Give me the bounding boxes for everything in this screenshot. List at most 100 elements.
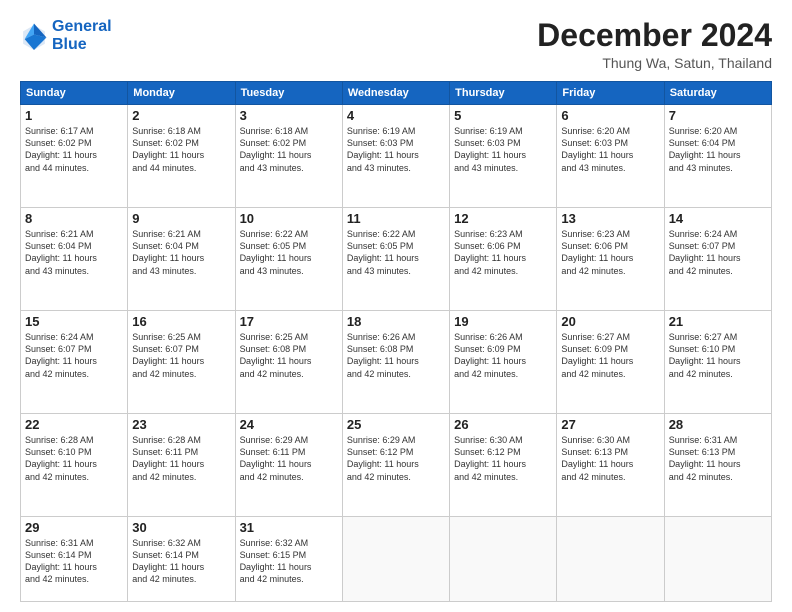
logo-line2: Blue	[52, 36, 87, 53]
day-number: 26	[454, 417, 552, 432]
calendar-cell	[450, 517, 557, 602]
calendar-cell	[557, 517, 664, 602]
calendar-header-row: SundayMondayTuesdayWednesdayThursdayFrid…	[21, 82, 772, 105]
day-info: Sunrise: 6:32 AM Sunset: 6:14 PM Dayligh…	[132, 537, 230, 586]
day-info: Sunrise: 6:30 AM Sunset: 6:12 PM Dayligh…	[454, 434, 552, 483]
day-info: Sunrise: 6:28 AM Sunset: 6:10 PM Dayligh…	[25, 434, 123, 483]
calendar-cell: 12Sunrise: 6:23 AM Sunset: 6:06 PM Dayli…	[450, 208, 557, 311]
calendar-cell: 9 Sunrise: 6:21 AM Sunset: 6:04 PM Daylig…	[128, 208, 235, 311]
calendar-day-header: Friday	[557, 82, 664, 105]
calendar-cell: 25Sunrise: 6:29 AM Sunset: 6:12 PM Dayli…	[342, 414, 449, 517]
calendar-cell: 19 Sunrise: 6:26 AM Sunset: 6:09 PM Dayli…	[450, 311, 557, 414]
day-info: Sunrise: 6:24 AM Sunset: 6:07 PM Dayligh…	[25, 331, 123, 380]
day-number: 17	[240, 314, 338, 329]
day-info: Sunrise: 6:25 AM Sunset: 6:07 PM Dayligh…	[132, 331, 230, 380]
day-number: 10	[240, 211, 338, 226]
calendar-cell: 15 Sunrise: 6:24 AM Sunset: 6:07 PM Dayli…	[21, 311, 128, 414]
day-number: 7	[669, 108, 767, 123]
day-number: 12	[454, 211, 552, 226]
logo: General Blue	[20, 18, 112, 53]
day-info: Sunrise: 6:31 AM Sunset: 6:13 PM Dayligh…	[669, 434, 767, 483]
day-number: 19	[454, 314, 552, 329]
header: General Blue December 2024 Thung Wa, Sat…	[20, 18, 772, 71]
day-info: Sunrise: 6:26 AM Sunset: 6:08 PM Dayligh…	[347, 331, 445, 380]
day-info: Sunrise: 6:19 AM Sunset: 6:03 PM Dayligh…	[454, 125, 552, 174]
calendar-cell: 13 Sunrise: 6:23 AM Sunset: 6:06 PM Dayli…	[557, 208, 664, 311]
day-number: 1	[25, 108, 123, 123]
day-number: 30	[132, 520, 230, 535]
calendar-cell: 22Sunrise: 6:28 AM Sunset: 6:10 PM Dayli…	[21, 414, 128, 517]
calendar-cell: 21 Sunrise: 6:27 AM Sunset: 6:10 PM Dayli…	[664, 311, 771, 414]
day-info: Sunrise: 6:21 AM Sunset: 6:04 PM Dayligh…	[132, 228, 230, 277]
subtitle: Thung Wa, Satun, Thailand	[537, 55, 772, 71]
day-number: 21	[669, 314, 767, 329]
calendar-cell: 3 Sunrise: 6:18 AM Sunset: 6:02 PM Daylig…	[235, 105, 342, 208]
calendar-cell: 31 Sunrise: 6:32 AM Sunset: 6:15 PM Dayli…	[235, 517, 342, 602]
calendar-cell	[342, 517, 449, 602]
calendar-cell: 18 Sunrise: 6:26 AM Sunset: 6:08 PM Dayli…	[342, 311, 449, 414]
calendar-day-header: Monday	[128, 82, 235, 105]
calendar-cell: 24 Sunrise: 6:29 AM Sunset: 6:11 PM Dayli…	[235, 414, 342, 517]
calendar-week-row: 8 Sunrise: 6:21 AM Sunset: 6:04 PM Daylig…	[21, 208, 772, 311]
day-number: 18	[347, 314, 445, 329]
calendar-week-row: 1Sunrise: 6:17 AM Sunset: 6:02 PM Daylig…	[21, 105, 772, 208]
day-number: 3	[240, 108, 338, 123]
calendar: SundayMondayTuesdayWednesdayThursdayFrid…	[20, 81, 772, 602]
day-number: 5	[454, 108, 552, 123]
day-info: Sunrise: 6:29 AM Sunset: 6:11 PM Dayligh…	[240, 434, 338, 483]
day-info: Sunrise: 6:22 AM Sunset: 6:05 PM Dayligh…	[240, 228, 338, 277]
calendar-cell	[664, 517, 771, 602]
calendar-cell: 6 Sunrise: 6:20 AM Sunset: 6:03 PM Daylig…	[557, 105, 664, 208]
day-info: Sunrise: 6:20 AM Sunset: 6:03 PM Dayligh…	[561, 125, 659, 174]
logo-text: General Blue	[52, 18, 112, 53]
calendar-week-row: 29Sunrise: 6:31 AM Sunset: 6:14 PM Dayli…	[21, 517, 772, 602]
day-info: Sunrise: 6:19 AM Sunset: 6:03 PM Dayligh…	[347, 125, 445, 174]
calendar-cell: 8 Sunrise: 6:21 AM Sunset: 6:04 PM Daylig…	[21, 208, 128, 311]
day-number: 15	[25, 314, 123, 329]
calendar-week-row: 15 Sunrise: 6:24 AM Sunset: 6:07 PM Dayli…	[21, 311, 772, 414]
day-info: Sunrise: 6:31 AM Sunset: 6:14 PM Dayligh…	[25, 537, 123, 586]
day-info: Sunrise: 6:18 AM Sunset: 6:02 PM Dayligh…	[240, 125, 338, 174]
day-number: 13	[561, 211, 659, 226]
day-number: 11	[347, 211, 445, 226]
day-number: 20	[561, 314, 659, 329]
calendar-day-header: Wednesday	[342, 82, 449, 105]
calendar-day-header: Saturday	[664, 82, 771, 105]
calendar-day-header: Thursday	[450, 82, 557, 105]
calendar-cell: 27 Sunrise: 6:30 AM Sunset: 6:13 PM Dayli…	[557, 414, 664, 517]
day-number: 8	[25, 211, 123, 226]
day-number: 2	[132, 108, 230, 123]
day-number: 9	[132, 211, 230, 226]
day-number: 6	[561, 108, 659, 123]
calendar-cell: 4 Sunrise: 6:19 AM Sunset: 6:03 PM Daylig…	[342, 105, 449, 208]
calendar-cell: 23Sunrise: 6:28 AM Sunset: 6:11 PM Dayli…	[128, 414, 235, 517]
day-info: Sunrise: 6:20 AM Sunset: 6:04 PM Dayligh…	[669, 125, 767, 174]
day-number: 31	[240, 520, 338, 535]
day-info: Sunrise: 6:27 AM Sunset: 6:10 PM Dayligh…	[669, 331, 767, 380]
day-number: 14	[669, 211, 767, 226]
calendar-cell: 20Sunrise: 6:27 AM Sunset: 6:09 PM Dayli…	[557, 311, 664, 414]
day-number: 24	[240, 417, 338, 432]
calendar-cell: 11 Sunrise: 6:22 AM Sunset: 6:05 PM Dayli…	[342, 208, 449, 311]
calendar-cell: 1Sunrise: 6:17 AM Sunset: 6:02 PM Daylig…	[21, 105, 128, 208]
title-area: December 2024 Thung Wa, Satun, Thailand	[537, 18, 772, 71]
calendar-cell: 17Sunrise: 6:25 AM Sunset: 6:08 PM Dayli…	[235, 311, 342, 414]
day-number: 23	[132, 417, 230, 432]
day-info: Sunrise: 6:24 AM Sunset: 6:07 PM Dayligh…	[669, 228, 767, 277]
day-info: Sunrise: 6:30 AM Sunset: 6:13 PM Dayligh…	[561, 434, 659, 483]
day-number: 27	[561, 417, 659, 432]
main-title: December 2024	[537, 18, 772, 53]
calendar-cell: 28Sunrise: 6:31 AM Sunset: 6:13 PM Dayli…	[664, 414, 771, 517]
day-info: Sunrise: 6:22 AM Sunset: 6:05 PM Dayligh…	[347, 228, 445, 277]
day-info: Sunrise: 6:26 AM Sunset: 6:09 PM Dayligh…	[454, 331, 552, 380]
day-info: Sunrise: 6:29 AM Sunset: 6:12 PM Dayligh…	[347, 434, 445, 483]
day-info: Sunrise: 6:23 AM Sunset: 6:06 PM Dayligh…	[561, 228, 659, 277]
logo-icon	[20, 22, 48, 50]
calendar-day-header: Tuesday	[235, 82, 342, 105]
calendar-cell: 2Sunrise: 6:18 AM Sunset: 6:02 PM Daylig…	[128, 105, 235, 208]
day-info: Sunrise: 6:32 AM Sunset: 6:15 PM Dayligh…	[240, 537, 338, 586]
calendar-week-row: 22Sunrise: 6:28 AM Sunset: 6:10 PM Dayli…	[21, 414, 772, 517]
day-info: Sunrise: 6:21 AM Sunset: 6:04 PM Dayligh…	[25, 228, 123, 277]
calendar-day-header: Sunday	[21, 82, 128, 105]
day-number: 4	[347, 108, 445, 123]
